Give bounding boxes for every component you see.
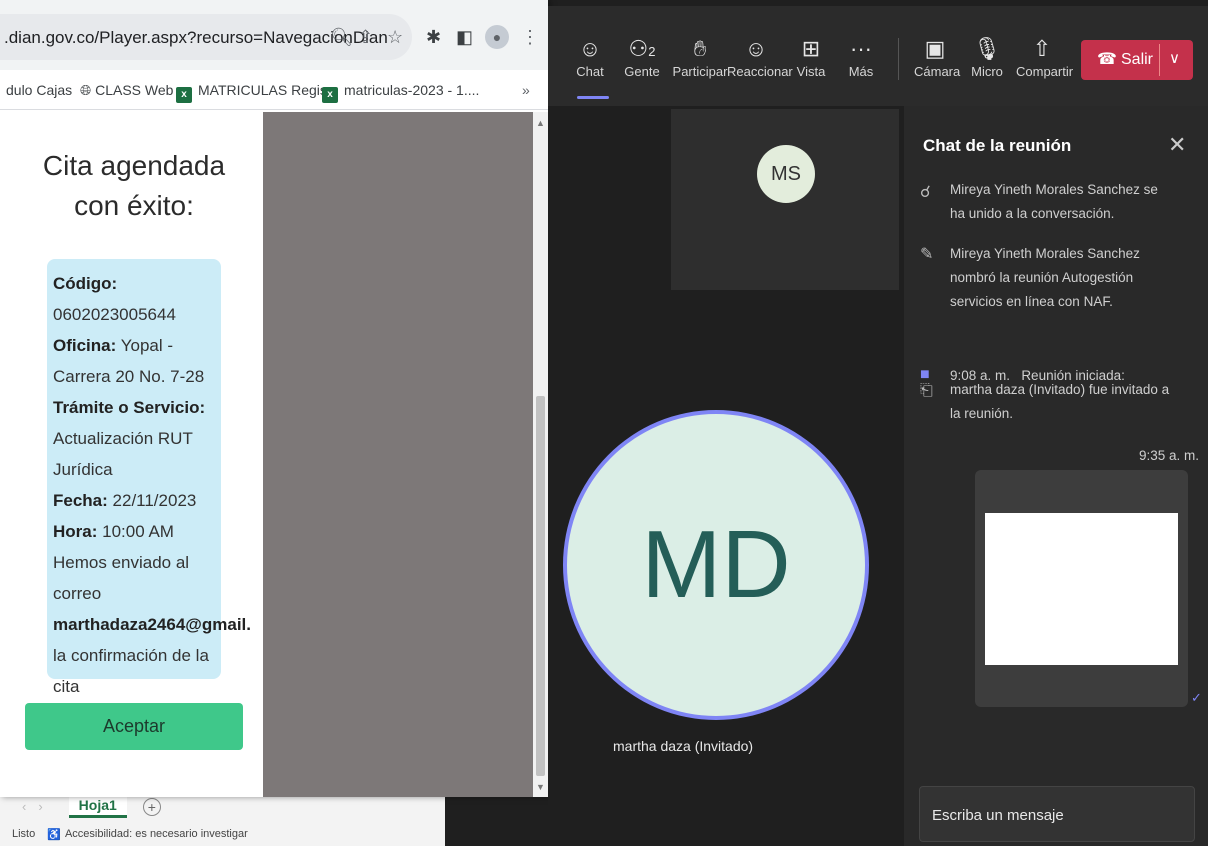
mic-button[interactable]: 🎙︎ Micro: [970, 34, 1004, 79]
accessibility-status[interactable]: Accesibilidad: es necesario investigar: [65, 828, 248, 840]
hora-label: Hora:: [53, 522, 98, 541]
email-value: marthadaza2464@gmail.: [53, 615, 251, 634]
toolbar-divider: [898, 38, 899, 80]
chat-icon: ☺: [578, 36, 602, 61]
join-icon: ☌: [920, 184, 931, 201]
status-bar: Listo ♿ Accesibilidad: es necesario inve…: [0, 822, 445, 846]
codigo-label: Código:: [53, 274, 118, 293]
grid-icon: ⊞: [801, 36, 821, 61]
chat-message: Mireya Yineth Morales Sanchez nombró la …: [950, 246, 1140, 309]
people-icon: ⚇2: [628, 36, 656, 61]
background-window-edge: [1208, 0, 1232, 846]
side-panel-icon[interactable]: ◧: [456, 27, 473, 48]
fecha-value: 22/11/2023: [112, 491, 197, 510]
people-button[interactable]: ⚇2 Gente: [620, 34, 664, 79]
more-button[interactable]: ··· Más: [844, 34, 878, 79]
mic-icon: 🎙︎: [973, 36, 1001, 61]
confirmation-text-2: la confirmación de la cita: [53, 646, 209, 696]
phone-hangup-icon: ☎: [1097, 51, 1117, 68]
bookmark-star-icon[interactable]: ☆: [387, 27, 403, 48]
message-time: 9:35 a. m.: [1139, 448, 1200, 463]
oficina-label: Oficina:: [53, 336, 117, 355]
view-button[interactable]: ⊞ Vista: [794, 34, 828, 79]
profile-avatar-icon[interactable]: ●: [485, 25, 509, 49]
excel-icon: x: [322, 87, 338, 103]
scrollbar-thumb[interactable]: [536, 396, 545, 776]
tramite-label: Trámite o Servicio:: [53, 398, 206, 417]
browser-window: .dian.gov.co/Player.aspx?recurso=Navegac…: [0, 0, 548, 797]
chat-title: Chat de la reunión: [923, 136, 1072, 155]
react-button[interactable]: ☺ Reaccionar: [727, 34, 793, 79]
hand-icon: ✋︎: [693, 36, 707, 61]
page-title: Cita agendada con éxito:: [42, 150, 226, 221]
close-icon[interactable]: ✕: [1168, 132, 1186, 158]
avatar: MD: [641, 511, 791, 618]
participant-name: martha daza (Invitado): [613, 738, 754, 754]
scroll-down-icon[interactable]: ▼: [536, 782, 545, 792]
invite-icon: ⎗: [920, 382, 933, 399]
excel-icon: x: [176, 87, 192, 103]
hora-value: 10:00 AM: [102, 522, 174, 541]
share-button[interactable]: ⇧ Compartir: [1016, 34, 1073, 79]
tramite-value: Actualización RUT Jurídica: [53, 429, 193, 479]
confirmation-text: Hemos enviado al correo: [53, 553, 190, 603]
bookmark-item[interactable]: 🌐︎ CLASS Web: [80, 82, 173, 99]
share-screen-icon: ⇧: [1032, 36, 1052, 61]
chat-button[interactable]: ☺ Chat: [570, 34, 610, 79]
status-text: Listo: [12, 828, 36, 840]
bookmark-item[interactable]: dulo Cajas: [6, 82, 72, 98]
raise-hand-button[interactable]: ✋︎ Participar: [672, 34, 728, 79]
accessibility-icon[interactable]: ♿: [47, 828, 61, 841]
bookmark-item[interactable]: x MATRICULAS Regis...: [176, 82, 339, 103]
message-input[interactable]: Escriba un mensaje: [919, 786, 1195, 842]
accept-button[interactable]: Aceptar: [25, 703, 243, 750]
fecha-label: Fecha:: [53, 491, 108, 510]
zoom-icon[interactable]: 🔍︎: [330, 27, 353, 48]
appointment-details: Código: 0602023005644 Oficina: Yopal - C…: [53, 268, 251, 702]
smiley-icon: ☺: [744, 36, 768, 61]
camera-off-icon: ▣: [924, 36, 946, 61]
read-receipt-icon: ✓: [1191, 690, 1202, 705]
active-tab-indicator: [577, 96, 609, 99]
camera-button[interactable]: ▣ Cámara: [914, 34, 960, 79]
avatar: MS: [757, 145, 815, 203]
add-sheet-icon[interactable]: +: [142, 797, 161, 816]
bookmarks-bar: dulo Cajas 🌐︎ CLASS Web x MATRICULAS Regi…: [0, 70, 548, 110]
chat-message: Mireya Yineth Morales Sanchez se ha unid…: [950, 182, 1158, 221]
people-count: 2: [648, 44, 656, 59]
extensions-icon[interactable]: ✱: [426, 27, 441, 48]
leave-button[interactable]: ☎ Salir ∨: [1081, 40, 1193, 80]
sheet-tab[interactable]: Hoja1: [68, 795, 127, 818]
page-overlay: [263, 112, 533, 797]
toolbar: .dian.gov.co/Player.aspx?recurso=Navegac…: [0, 0, 548, 70]
share-icon[interactable]: ⇪: [358, 27, 373, 48]
button-divider: [1159, 44, 1160, 76]
sheet-nav-arrows[interactable]: ‹›: [22, 799, 55, 814]
bookmark-item[interactable]: x matriculas-2023 - 1....: [322, 82, 479, 103]
screenshot-thumbnail[interactable]: [985, 513, 1178, 665]
chevron-down-icon[interactable]: ∨: [1169, 49, 1180, 67]
pencil-icon: ✎: [920, 246, 934, 263]
more-bookmarks-icon[interactable]: »: [522, 82, 530, 98]
globe-icon: 🌐︎: [80, 82, 96, 98]
codigo-value: 0602023005644: [53, 305, 176, 324]
chat-message: martha daza (Invitado) fue invitado a la…: [950, 382, 1170, 421]
menu-icon[interactable]: ⋮: [521, 27, 539, 48]
more-icon: ···: [850, 36, 872, 61]
scroll-up-icon[interactable]: ▲: [536, 118, 545, 128]
